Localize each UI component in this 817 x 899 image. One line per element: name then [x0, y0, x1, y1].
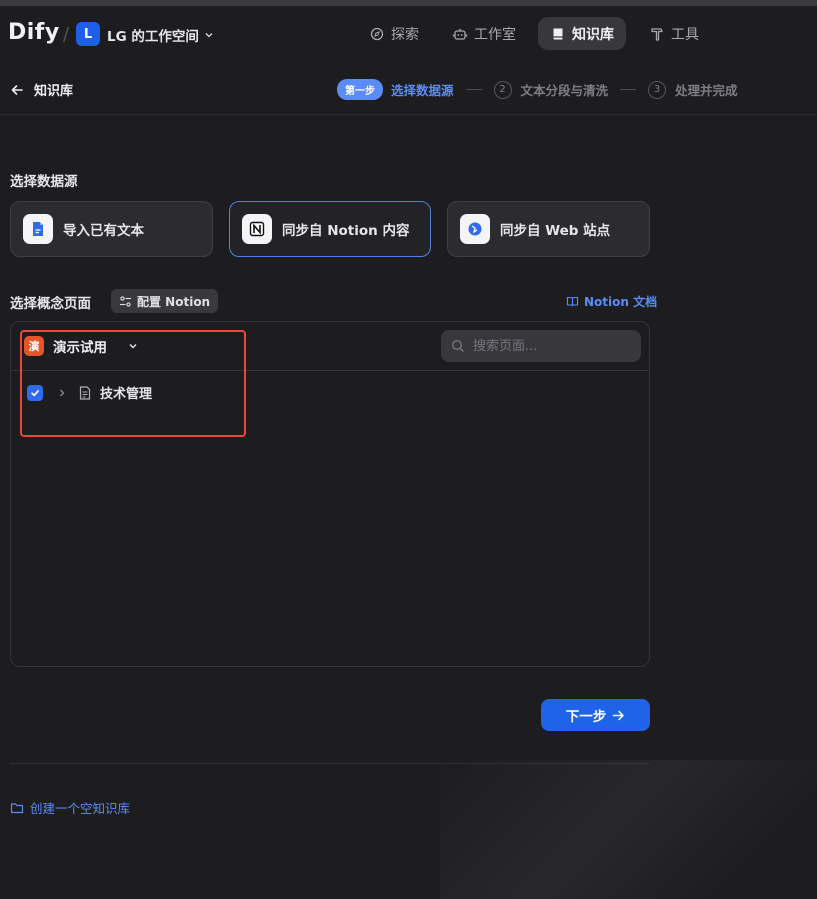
settings-sliders-icon: [120, 295, 131, 307]
notion-workspace-name: 演示试用: [53, 340, 107, 356]
page-title: 技术管理: [100, 387, 153, 402]
notion-workspace-dropdown[interactable]: 演 演示试用: [24, 336, 140, 356]
notion-page-selector: 演 演示试用 技术管理: [10, 321, 650, 667]
source-card-notion-label: 同步自 Notion 内容: [282, 223, 410, 239]
source-card-web[interactable]: 同步自 Web 站点: [447, 201, 650, 257]
step-2-label: 文本分段与清洗: [520, 83, 609, 98]
page-checkbox[interactable]: [27, 384, 43, 401]
panel-header-divider: [11, 370, 649, 371]
notion-docs-label: Notion 文档: [584, 295, 658, 309]
source-card-notion[interactable]: 同步自 Notion 内容: [229, 201, 431, 257]
configure-notion-label: 配置 Notion: [137, 294, 211, 309]
source-card-file-label: 导入已有文本: [63, 223, 144, 239]
page-icon: [79, 385, 91, 400]
source-card-file[interactable]: 导入已有文本: [10, 201, 213, 257]
folder-icon: [10, 802, 24, 813]
notion-icon: [242, 214, 272, 244]
chevron-down-icon: [205, 32, 213, 38]
step-1-pill: 第一步: [337, 79, 383, 100]
back-label: 知识库: [34, 84, 74, 99]
notion-docs-link[interactable]: Notion 文档: [566, 293, 657, 310]
back-to-knowledge[interactable]: 知识库: [10, 80, 73, 99]
step-3-label: 处理并完成: [675, 83, 738, 98]
nav-knowledge[interactable]: 知识库: [538, 17, 626, 50]
check-icon: [31, 389, 39, 396]
step-3-number: 3: [648, 80, 667, 99]
page-row[interactable]: 技术管理: [27, 383, 152, 402]
step-1-label: 选择数据源: [391, 83, 454, 98]
arrow-left-icon: [11, 84, 23, 95]
create-empty-label: 创建一个空知识库: [30, 801, 131, 816]
top-header: Dify / L LG 的工作空间 探索 工作室 知识库 工具: [0, 6, 817, 63]
nav-explore[interactable]: 探索: [357, 17, 431, 50]
step-2-number: 2: [493, 80, 512, 99]
configure-notion-button[interactable]: 配置 Notion: [111, 289, 219, 313]
chevron-down-icon: [129, 343, 137, 349]
dify-logo[interactable]: Dify: [8, 20, 60, 45]
next-step-button[interactable]: 下一步: [541, 699, 650, 731]
search-icon: [451, 339, 464, 352]
nav-studio-label: 工作室: [474, 26, 516, 43]
nav-tools[interactable]: 工具: [637, 17, 711, 50]
chevron-right-icon[interactable]: [55, 386, 69, 400]
page-search-input[interactable]: [473, 338, 623, 354]
step-indicator: 第一步 选择数据源 2 文本分段与清洗 3 处理并完成: [337, 79, 738, 100]
book-open-icon: [566, 296, 579, 307]
compass-icon: [370, 27, 384, 40]
header-divider: [0, 114, 817, 115]
step-divider: [465, 89, 482, 90]
source-card-web-label: 同步自 Web 站点: [500, 223, 611, 239]
workspace-name: LG 的工作空间: [107, 29, 199, 45]
datasource-title: 选择数据源: [10, 174, 78, 190]
robot-icon: [452, 28, 468, 40]
workspace-avatar[interactable]: L: [76, 22, 100, 46]
notion-pages-title: 选择概念页面: [10, 296, 91, 312]
breadcrumb-separator: /: [63, 24, 70, 45]
step-divider: [620, 89, 637, 90]
web-icon: [460, 214, 490, 244]
arrow-right-icon: [613, 710, 624, 720]
notion-workspace-avatar: 演: [24, 336, 44, 356]
page-search[interactable]: [441, 330, 641, 362]
book-icon: [553, 28, 563, 39]
next-step-label: 下一步: [565, 709, 607, 725]
nav-explore-label: 探索: [391, 26, 419, 43]
nav-tools-label: 工具: [671, 26, 699, 43]
file-icon: [23, 214, 53, 244]
nav-studio[interactable]: 工作室: [440, 17, 528, 50]
hammer-icon: [651, 27, 663, 41]
workspace-switcher[interactable]: LG 的工作空间: [107, 25, 215, 45]
background-gradient: [440, 760, 817, 899]
nav-knowledge-label: 知识库: [572, 26, 614, 43]
create-empty-knowledge-link[interactable]: 创建一个空知识库: [10, 798, 130, 817]
